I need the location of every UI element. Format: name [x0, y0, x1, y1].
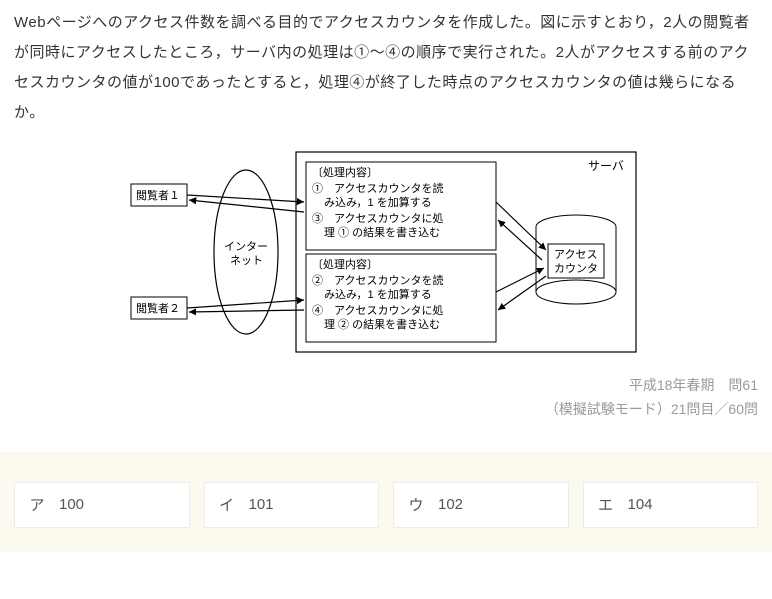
server-label: サーバ — [588, 159, 624, 173]
answer-option-a[interactable]: ア 100 — [14, 482, 190, 528]
proc2-title: 〔処理内容〕 — [312, 257, 378, 271]
answer-letter: エ — [584, 494, 628, 515]
counter-l1: アクセス — [554, 248, 597, 261]
exam-mode: （模擬試験モード）21問目／60問 — [0, 398, 758, 422]
answer-value: 100 — [59, 496, 84, 513]
answer-letter: ア — [15, 494, 59, 515]
proc2-l1: ② アクセスカウンタを読 — [312, 273, 443, 287]
question-text: Webページへのアクセス件数を調べる目的でアクセスカウンタを作成した。図に示すと… — [14, 8, 758, 128]
answer-value: 101 — [249, 496, 274, 513]
answer-option-e[interactable]: エ 104 — [583, 482, 759, 528]
answer-value: 102 — [438, 496, 463, 513]
answer-option-i[interactable]: イ 101 — [204, 482, 380, 528]
answer-option-u[interactable]: ウ 102 — [393, 482, 569, 528]
answer-letter: イ — [205, 494, 249, 515]
proc1-l2: み込み，1 を加算する — [324, 195, 432, 209]
proc2-l3: ④ アクセスカウンタに処 — [312, 304, 443, 317]
internet-l1: インター — [224, 240, 268, 253]
viewer1-label: 閲覧者１ — [136, 188, 180, 202]
proc2-l2: み込み，1 を加算する — [324, 287, 432, 301]
counter-l2: カウンタ — [554, 262, 598, 275]
proc2-l4: 理 ② の結果を書き込む — [324, 317, 440, 331]
answer-value: 104 — [628, 496, 653, 513]
answer-letter: ウ — [394, 494, 438, 515]
diagram: サーバ 〔処理内容〕 ① アクセスカウンタを読 み込み，1 を加算する ③ アク… — [14, 142, 758, 362]
proc1-l1: ① アクセスカウンタを読 — [312, 181, 443, 195]
proc1-l3: ③ アクセスカウンタに処 — [312, 212, 443, 225]
proc1-l4: 理 ① の結果を書き込む — [324, 225, 440, 239]
exam-source: 平成18年春期 問61 — [0, 374, 758, 398]
proc1-title: 〔処理内容〕 — [312, 165, 378, 179]
answer-options: ア 100 イ 101 ウ 102 エ 104 — [0, 452, 772, 552]
internet-l2: ネット — [230, 254, 263, 267]
viewer2-label: 閲覧者２ — [136, 301, 180, 315]
